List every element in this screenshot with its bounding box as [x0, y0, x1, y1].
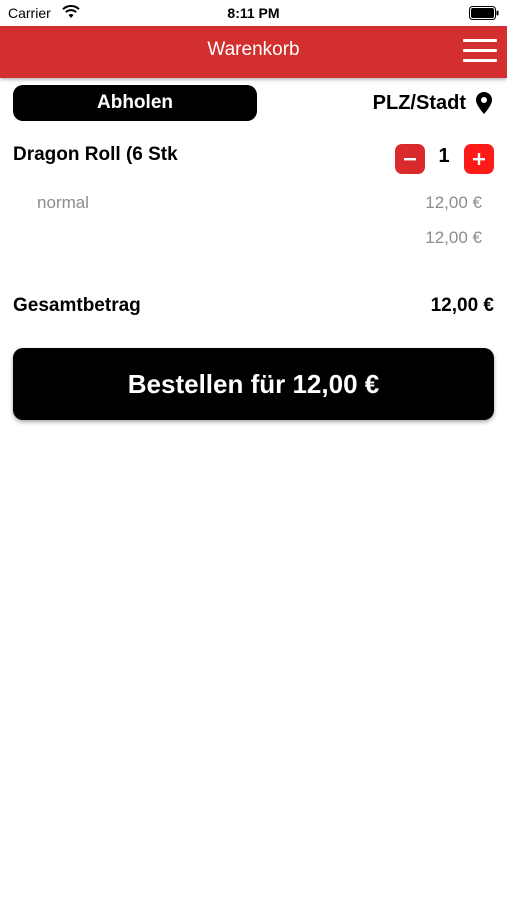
plus-icon — [473, 153, 485, 165]
status-time: 8:11 PM — [227, 5, 280, 21]
decrease-quantity-button[interactable] — [395, 144, 425, 174]
item-name: Dragon Roll (6 Stk — [13, 144, 178, 165]
battery-icon — [469, 6, 499, 20]
menu-icon-bar — [463, 39, 497, 42]
item-variant: normal — [37, 193, 89, 212]
quantity-value: 1 — [438, 145, 450, 167]
order-button[interactable]: Bestellen für 12,00 € — [13, 348, 494, 420]
page-title: Warenkorb — [207, 39, 300, 60]
total-value: 12,00 € — [430, 295, 494, 316]
location-label: PLZ/Stadt — [372, 91, 466, 114]
hamburger-menu-icon[interactable] — [463, 39, 497, 65]
status-bar: Carrier 8:11 PM — [0, 0, 507, 26]
menu-icon-bar — [463, 49, 497, 52]
item-subtotal: 12,00 € — [425, 228, 482, 247]
increase-quantity-button[interactable] — [464, 144, 494, 174]
menu-icon-bar — [463, 59, 497, 62]
app-header: Warenkorb — [0, 26, 507, 78]
map-pin-icon — [476, 92, 492, 114]
total-label: Gesamtbetrag — [13, 295, 141, 316]
pickup-button[interactable]: Abholen — [13, 85, 257, 121]
location-selector[interactable]: PLZ/Stadt — [373, 88, 492, 118]
cart-screen: Carrier 8:11 PM Warenkorb Abholen PLZ/St… — [0, 0, 507, 900]
minus-icon — [404, 158, 416, 161]
item-variant-price: 12,00 € — [425, 193, 482, 212]
